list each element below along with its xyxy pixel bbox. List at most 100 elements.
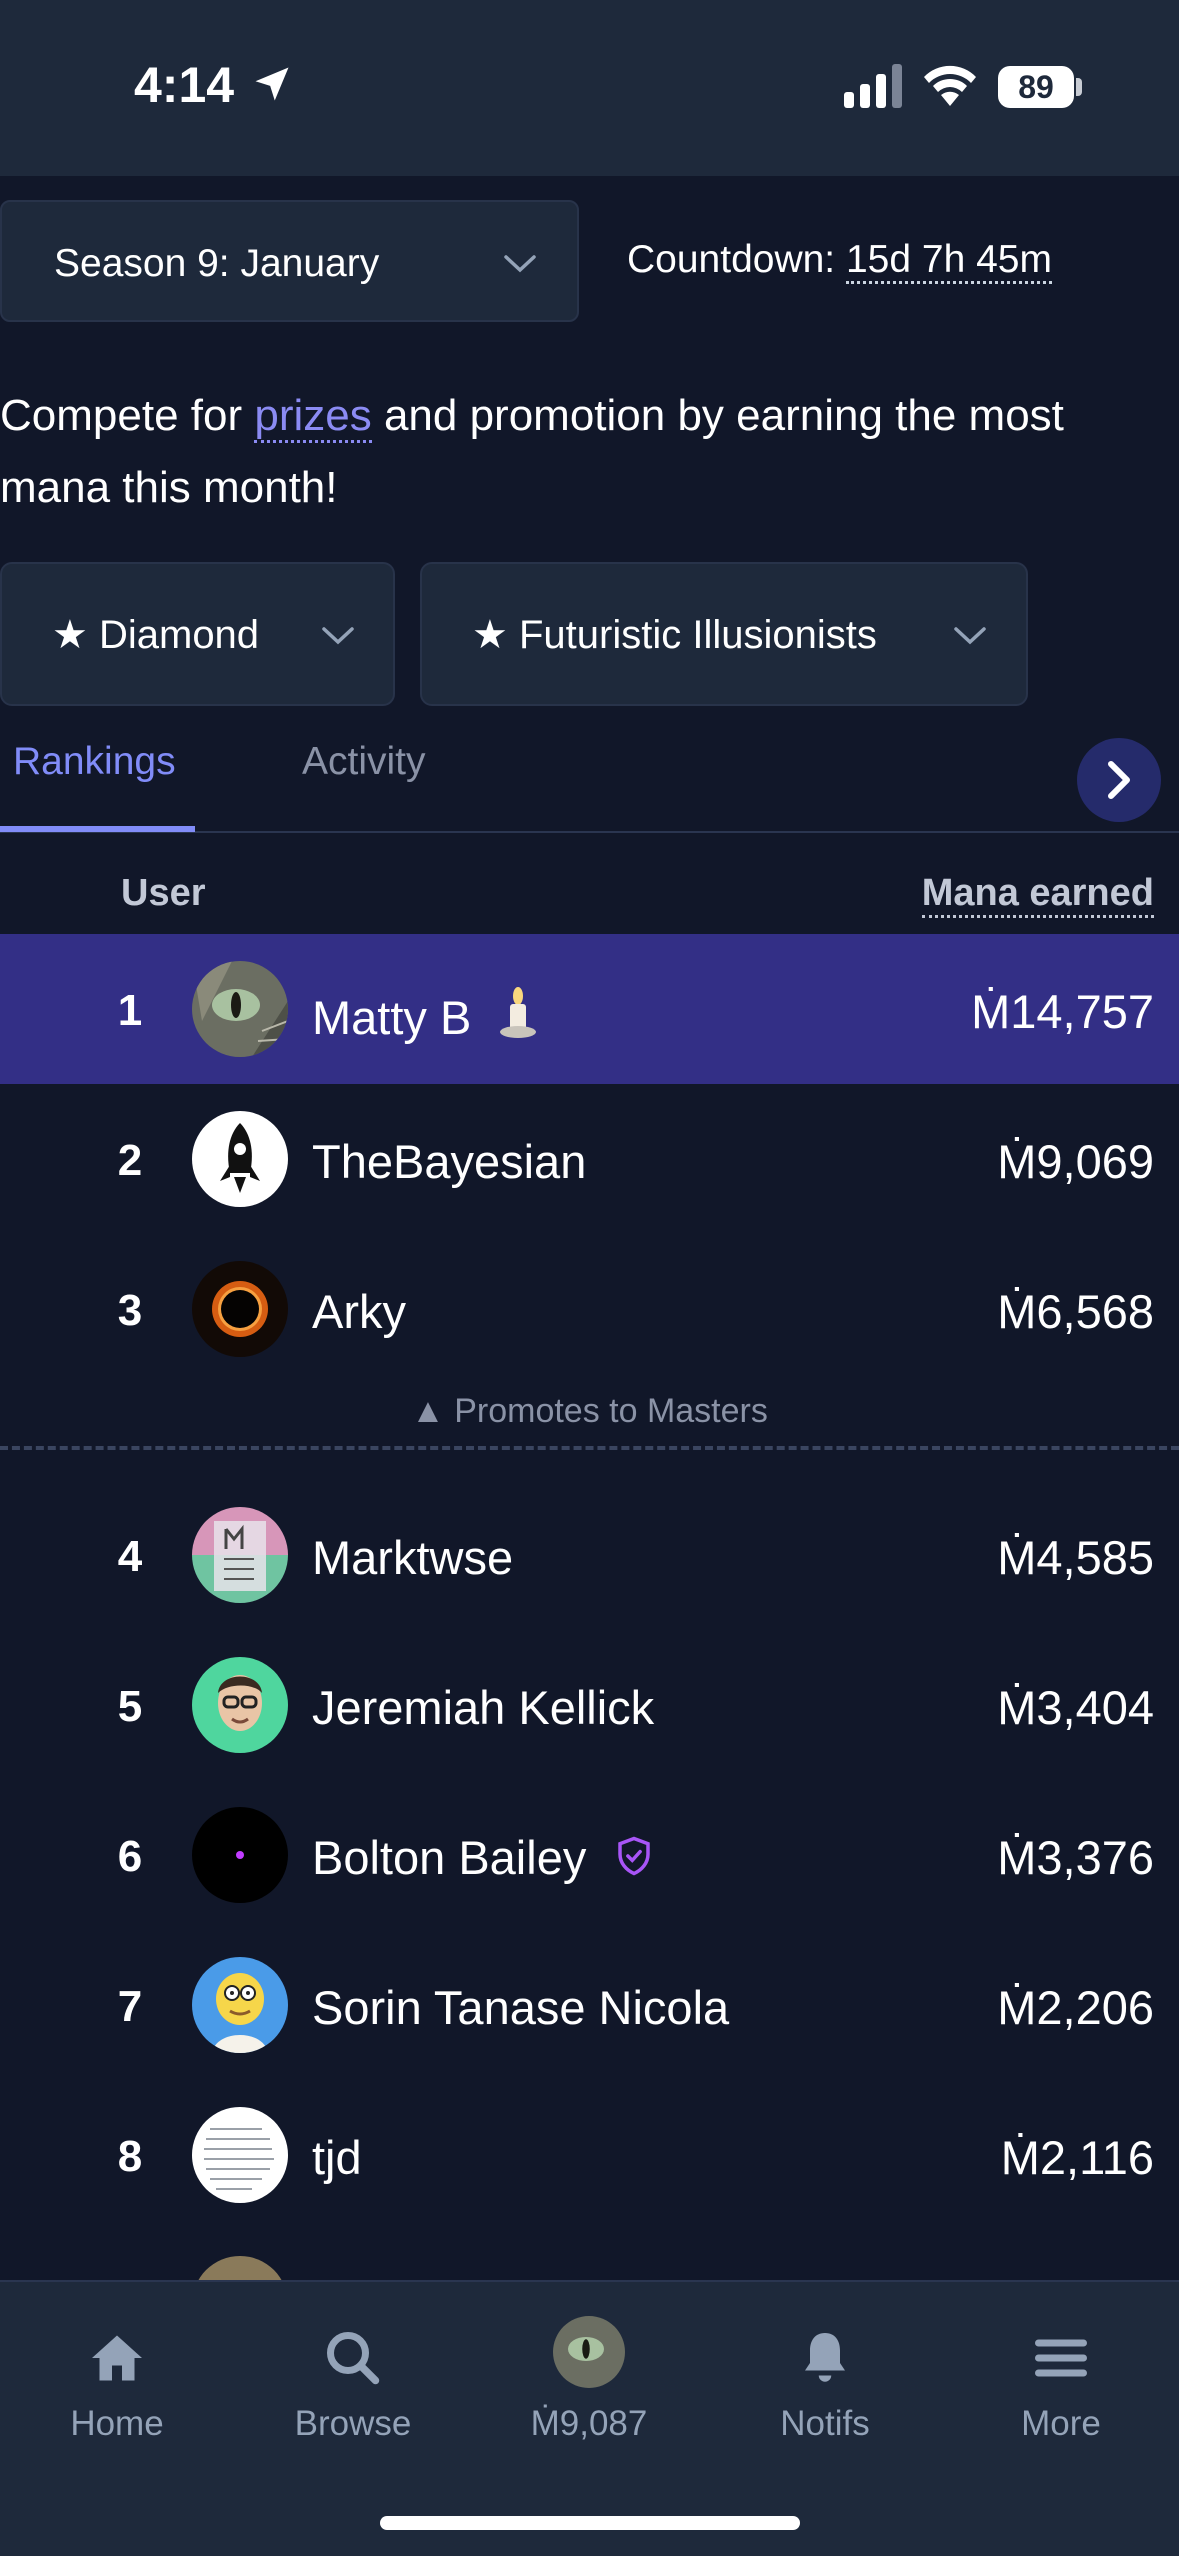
rank: 4 — [117, 1532, 143, 1581]
wifi-icon — [924, 65, 976, 106]
mana-earned: Ṁ4,585 — [997, 1531, 1154, 1584]
countdown-label: Countdown: — [627, 238, 846, 281]
rocket-avatar-image — [192, 1111, 288, 1207]
chevron-right-icon — [1108, 761, 1130, 799]
promotion-divider — [0, 1446, 1179, 1450]
rank: 7 — [117, 1982, 143, 2031]
table-row[interactable]: 1 Matty B Ṁ14,757 — [0, 934, 1179, 1084]
mana-earned: Ṁ14,757 — [971, 985, 1154, 1038]
search-icon — [327, 2332, 380, 2385]
cellular-signal-icon — [844, 64, 902, 108]
username-text[interactable]: Bolton Bailey — [312, 1831, 586, 1884]
home-indicator[interactable] — [380, 2516, 800, 2530]
table-row[interactable]: 8 tjd Ṁ2,116 — [0, 2080, 1179, 2230]
mana-earned: Ṁ2,206 — [997, 1981, 1154, 2034]
dot-avatar-image — [192, 1807, 288, 1903]
location-arrow-icon — [255, 67, 289, 101]
nav-notifs[interactable]: Notifs — [725, 2282, 925, 2482]
text-avatar-image — [192, 2107, 288, 2203]
cohort-select[interactable]: ★ Futuristic Illusionists — [420, 562, 1028, 706]
username-text[interactable]: Matty B — [312, 991, 471, 1044]
avatar[interactable] — [192, 1807, 288, 1903]
eclipse-avatar-image — [192, 1261, 288, 1357]
avatar[interactable] — [192, 1507, 288, 1603]
promotion-threshold-label: ▲ Promotes to Masters — [411, 1392, 768, 1430]
chevron-down-icon — [954, 627, 986, 645]
table-row[interactable]: 5 Jeremiah Kellick Ṁ3,404 — [0, 1630, 1179, 1780]
countdown-value: 15d 7h 45m — [845, 238, 1052, 284]
nav-browse-label: Browse — [294, 2404, 412, 2443]
mana-earned: Ṁ3,376 — [997, 1831, 1154, 1884]
table-row[interactable]: 2 TheBayesian Ṁ9,069 — [0, 1084, 1179, 1234]
avatar — [553, 2316, 625, 2388]
table-row[interactable]: 3 Arky Ṁ6,568 — [0, 1234, 1179, 1384]
nav-more[interactable]: More — [961, 2282, 1161, 2482]
division-label: ★ Diamond — [52, 613, 260, 657]
countdown: Countdown: 15d 7h 45m — [627, 238, 1052, 284]
username[interactable]: tjd — [312, 2130, 362, 2185]
battery-indicator: 89 — [998, 66, 1074, 108]
candle-icon — [500, 987, 537, 1038]
username[interactable]: Sorin Tanase Nicola — [312, 1980, 729, 2035]
column-header-mana[interactable]: Mana earned — [921, 872, 1154, 918]
cat-avatar-image — [192, 961, 288, 1057]
mana-earned: Ṁ2,116 — [1000, 2131, 1154, 2184]
username[interactable]: TheBayesian — [312, 1134, 586, 1189]
username[interactable]: Jeremiah Kellick — [312, 1680, 654, 1735]
nav-browse[interactable]: Browse — [253, 2282, 453, 2482]
active-tab-indicator — [0, 826, 195, 832]
nav-home[interactable]: Home — [17, 2282, 217, 2482]
monogram-avatar-image — [192, 1507, 288, 1603]
mana-earned: Ṁ6,568 — [997, 1285, 1154, 1338]
rank: 2 — [117, 1136, 143, 1185]
avatar[interactable] — [192, 1957, 288, 2053]
status-bar: 4:14 89 — [0, 0, 1179, 176]
avatar[interactable] — [192, 961, 288, 1057]
table-row[interactable]: 7 Sorin Tanase Nicola Ṁ2,206 — [0, 1930, 1179, 2080]
avatar[interactable] — [192, 1111, 288, 1207]
chevron-down-icon — [504, 255, 536, 273]
chevron-down-icon — [322, 627, 354, 645]
tabs-scroll-next-button[interactable] — [1077, 738, 1161, 822]
mana-earned: Ṁ3,404 — [997, 1681, 1154, 1734]
avatar[interactable] — [192, 1657, 288, 1753]
nav-home-label: Home — [70, 2404, 164, 2443]
intro-text: Compete for prizes and promotion by earn… — [0, 380, 1150, 524]
bell-icon — [805, 2333, 845, 2382]
rank: 5 — [117, 1682, 143, 1731]
avatar[interactable] — [192, 2107, 288, 2203]
prizes-link[interactable]: prizes — [254, 391, 372, 443]
nav-more-label: More — [1021, 2404, 1101, 2443]
intro-before: Compete for — [0, 391, 255, 440]
table-row[interactable]: 6 Bolton Bailey Ṁ3,376 — [0, 1780, 1179, 1930]
nav-profile[interactable]: Ṁ9,087 — [489, 2282, 689, 2482]
menu-icon — [1035, 2339, 1087, 2377]
division-select[interactable]: ★ Diamond — [0, 562, 395, 706]
clock: 4:14 — [134, 57, 235, 113]
battery-nub — [1076, 78, 1082, 96]
tab-rankings[interactable]: Rankings — [13, 740, 176, 784]
shield-check-icon — [618, 1836, 651, 1876]
cartoon-avatar-image — [192, 1957, 288, 2053]
nav-balance-label: Ṁ9,087 — [530, 2404, 648, 2443]
table-row[interactable]: 4 Marktwse Ṁ4,585 — [0, 1480, 1179, 1630]
rank: 6 — [117, 1832, 143, 1881]
person-avatar-image — [192, 1657, 288, 1753]
cohort-label: ★ Futuristic Illusionists — [472, 613, 877, 657]
tab-activity[interactable]: Activity — [302, 740, 426, 784]
nav-notifs-label: Notifs — [780, 2404, 870, 2443]
rank: 1 — [117, 986, 143, 1035]
avatar[interactable] — [192, 1261, 288, 1357]
column-header-user: User — [121, 872, 206, 914]
username[interactable]: Arky — [312, 1284, 406, 1339]
username[interactable]: Marktwse — [312, 1530, 513, 1585]
season-select[interactable]: Season 9: January — [0, 200, 579, 322]
season-select-label: Season 9: January — [54, 242, 380, 285]
rank: 8 — [117, 2132, 143, 2181]
username: Matty B — [312, 984, 538, 1045]
mana-earned: Ṁ9,069 — [997, 1135, 1154, 1188]
rank: 3 — [117, 1286, 143, 1335]
home-icon — [92, 2335, 142, 2381]
username: Bolton Bailey — [312, 1830, 655, 1885]
bottom-navigation: Home Browse Ṁ9,087 Notifs More — [0, 2280, 1179, 2556]
